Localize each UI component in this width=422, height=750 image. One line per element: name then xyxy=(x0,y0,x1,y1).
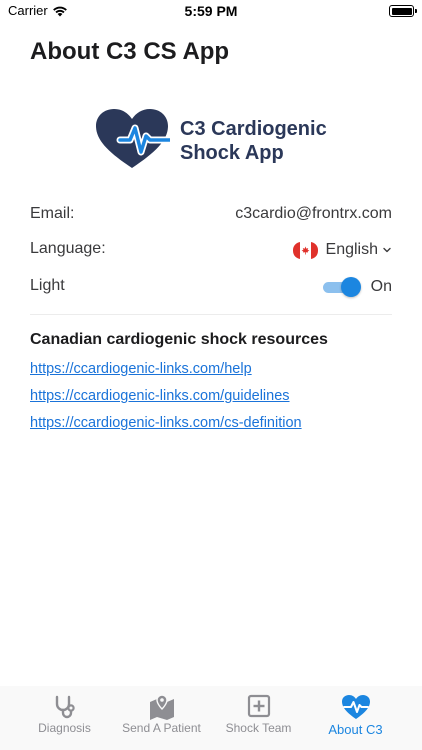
app-logo: C3 Cardiogenic Shock App xyxy=(94,108,344,170)
light-state-label: On xyxy=(370,278,392,295)
tab-shock-team-label: Shock Team xyxy=(225,721,292,735)
resource-link-cs-definition[interactable]: https://ccardiogenic-links.com/cs-defini… xyxy=(30,413,302,440)
status-time: 5:59 PM xyxy=(184,3,238,19)
map-pin-icon xyxy=(149,694,174,720)
light-label: Light xyxy=(30,277,65,294)
light-row: Light On xyxy=(30,274,392,300)
language-row: Language: English xyxy=(30,237,392,263)
chevron-down-icon xyxy=(383,247,391,253)
resource-link-guidelines[interactable]: https://ccardiogenic-links.com/guideline… xyxy=(30,386,302,413)
email-row: Email: c3cardio@frontrx.com xyxy=(30,202,392,228)
email-value[interactable]: c3cardio@frontrx.com xyxy=(235,205,392,223)
tab-diagnosis[interactable]: Diagnosis xyxy=(16,686,113,750)
heart-pulse-logo-icon xyxy=(96,109,170,168)
light-toggle[interactable] xyxy=(322,276,361,298)
page-title: About C3 CS App xyxy=(30,38,230,65)
resources-links: https://ccardiogenic-links.com/help http… xyxy=(30,359,302,440)
language-select[interactable]: English xyxy=(292,237,392,263)
status-bar: Carrier 5:59 PM xyxy=(0,0,422,24)
tab-diagnosis-label: Diagnosis xyxy=(38,721,91,735)
light-toggle-group: On xyxy=(322,274,392,300)
divider xyxy=(30,314,392,315)
tab-bar: Diagnosis Send A Patient Shock Team Abou… xyxy=(0,686,422,750)
battery-icon xyxy=(389,5,417,17)
tab-about-c3[interactable]: About C3 xyxy=(307,686,404,750)
heart-pulse-icon xyxy=(341,695,370,719)
resources-heading: Canadian cardiogenic shock resources xyxy=(30,331,328,348)
logo-text-line2: Shock App xyxy=(180,142,284,164)
tab-send-a-patient-label: Send A Patient xyxy=(122,721,201,735)
stethoscope-icon xyxy=(55,695,75,719)
language-label: Language: xyxy=(30,240,106,257)
canada-flag-icon xyxy=(292,241,318,259)
tab-shock-team[interactable]: Shock Team xyxy=(210,686,307,750)
logo-text-line1: C3 Cardiogenic xyxy=(180,118,327,140)
tab-send-a-patient[interactable]: Send A Patient xyxy=(113,686,210,750)
tab-about-c3-label: About C3 xyxy=(328,722,383,737)
email-label: Email: xyxy=(30,205,75,222)
language-value: English xyxy=(325,241,378,258)
resource-link-help[interactable]: https://ccardiogenic-links.com/help xyxy=(30,359,302,386)
plus-square-icon xyxy=(247,694,270,718)
